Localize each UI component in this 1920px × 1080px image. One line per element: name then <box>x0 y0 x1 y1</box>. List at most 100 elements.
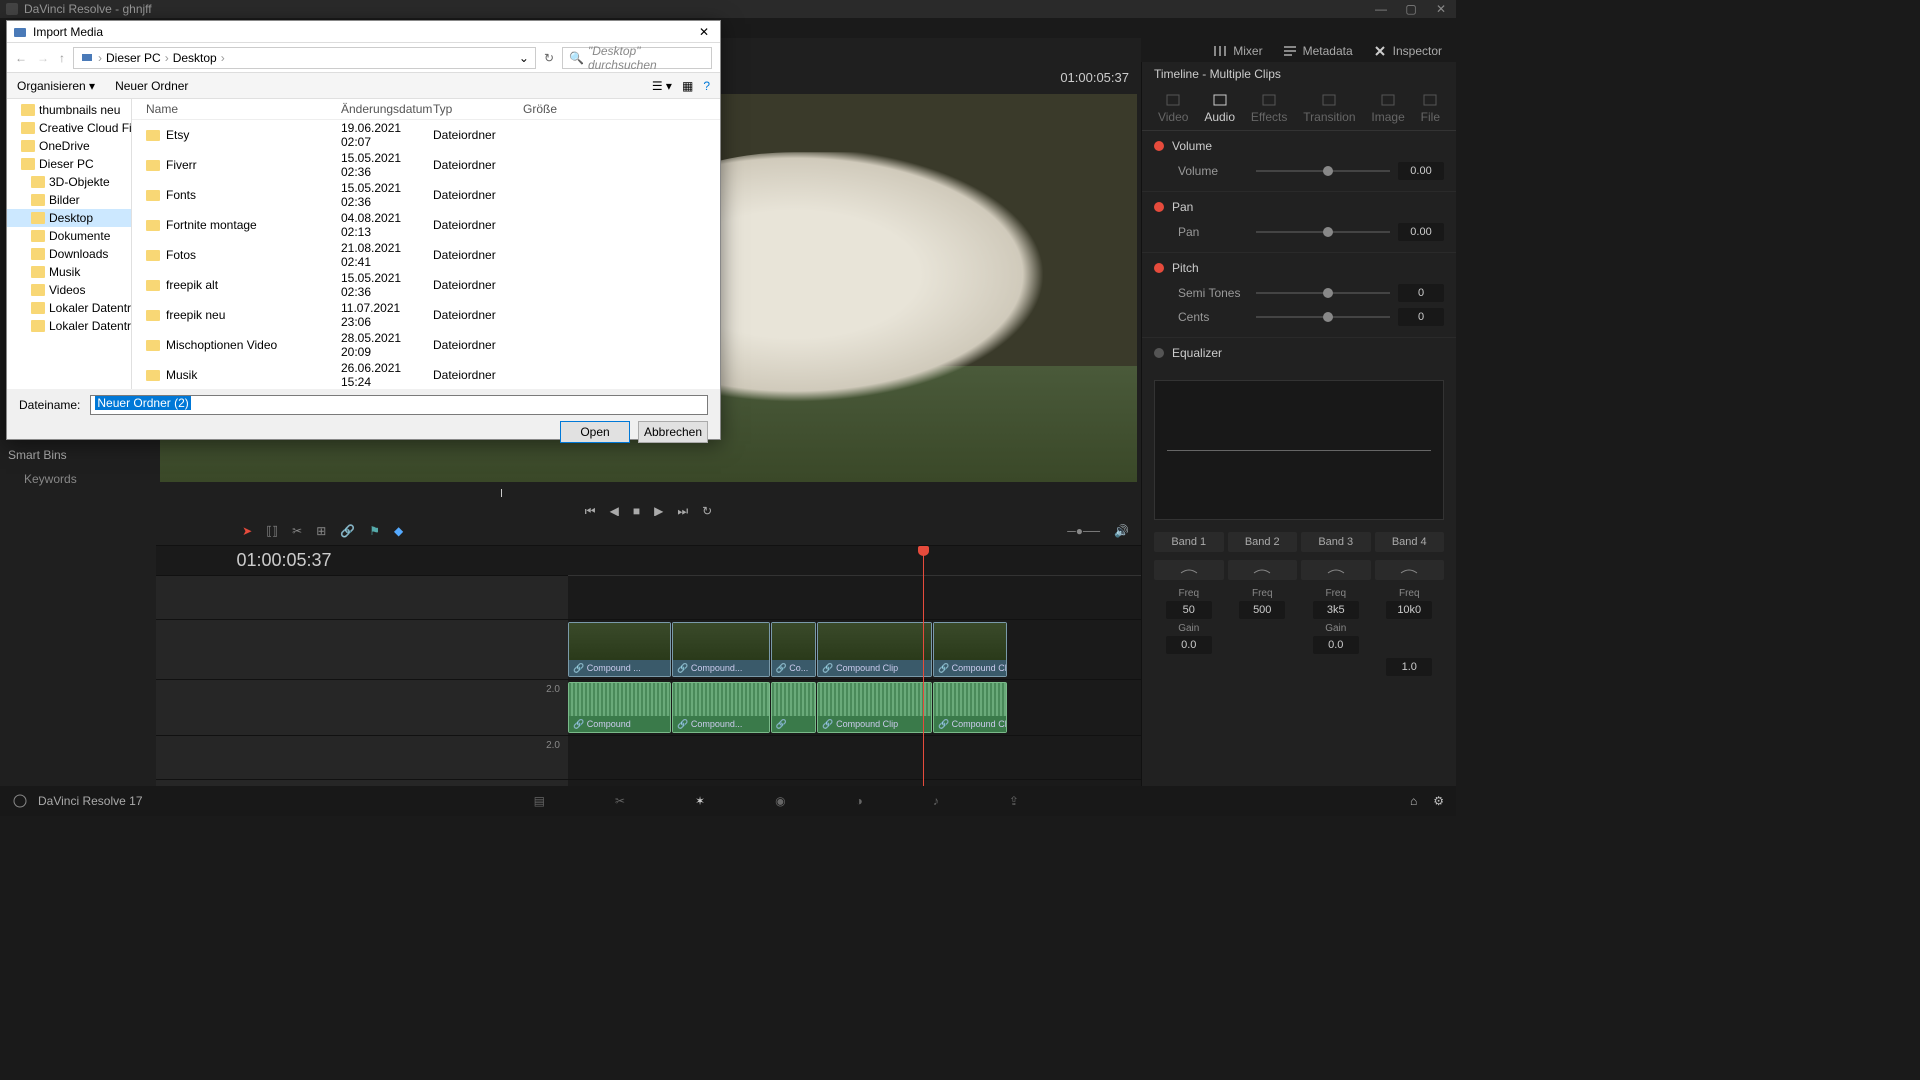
inspector-tab-audio[interactable]: Audio <box>1198 90 1241 126</box>
audio-clip[interactable]: 🔗 <box>771 682 817 733</box>
new-folder-button[interactable]: Neuer Ordner <box>115 79 188 93</box>
semitones-slider[interactable] <box>1256 292 1390 294</box>
sidebar-item[interactable]: Dokumente <box>7 227 131 245</box>
audio-clip[interactable]: 🔗 Compound Clip <box>817 682 932 733</box>
insert-tool[interactable]: ⊞ <box>316 524 326 538</box>
file-row[interactable]: Fonts15.05.2021 02:36Dateiordner <box>132 180 720 210</box>
dialog-close-button[interactable]: ✕ <box>694 23 714 41</box>
video-clip[interactable]: 🔗 Compound Clip <box>817 622 932 677</box>
inspector-tab-image[interactable]: Image <box>1365 90 1410 126</box>
color-page[interactable]: ◑ <box>856 794 863 808</box>
maximize-button[interactable]: ▢ <box>1396 0 1426 18</box>
view-mode-button[interactable]: ☰ ▾ <box>652 79 672 93</box>
zoom-slider[interactable]: ─●── <box>1067 524 1100 538</box>
flag-tool[interactable]: ⚑ <box>369 524 380 538</box>
nav-forward-button[interactable]: → <box>37 51 49 65</box>
refresh-button[interactable]: ↻ <box>544 51 554 65</box>
volume-enable-dot[interactable] <box>1154 141 1164 151</box>
sidebar-item[interactable]: Lokaler Datentra <box>7 299 131 317</box>
file-row[interactable]: Mischoptionen Video28.05.2021 20:09Datei… <box>132 330 720 360</box>
volume-value[interactable]: 0.00 <box>1398 162 1444 180</box>
link-tool[interactable]: 🔗 <box>340 524 355 538</box>
col-name-header[interactable]: Name <box>146 102 341 116</box>
file-row[interactable]: freepik neu11.07.2021 23:06Dateiordner <box>132 300 720 330</box>
video-clip[interactable]: 🔗 Compound Clip 1 <box>933 622 1007 677</box>
playhead[interactable] <box>923 546 924 786</box>
cancel-button[interactable]: Abbrechen <box>638 421 708 443</box>
inspector-toggle[interactable]: Inspector <box>1373 44 1442 58</box>
inspector-tab-effects[interactable]: Effects <box>1245 90 1293 126</box>
file-row[interactable]: Fiverr15.05.2021 02:36Dateiordner <box>132 150 720 180</box>
sidebar-item[interactable]: Videos <box>7 281 131 299</box>
organize-button[interactable]: Organisieren ▾ <box>17 79 95 93</box>
pan-value[interactable]: 0.00 <box>1398 223 1444 241</box>
eq-graph[interactable] <box>1154 380 1444 520</box>
sidebar-item[interactable]: Dieser PC <box>7 155 131 173</box>
deliver-page[interactable]: ⇪ <box>1009 794 1019 808</box>
band-button[interactable]: Band 1 <box>1154 532 1224 552</box>
pan-enable-dot[interactable] <box>1154 202 1164 212</box>
open-button[interactable]: Open <box>560 421 630 443</box>
cut-page[interactable]: ✂ <box>615 794 625 808</box>
band-button[interactable]: Band 4 <box>1375 532 1445 552</box>
audio-toggle[interactable]: 🔊 <box>1114 524 1129 538</box>
help-button[interactable]: ? <box>703 79 710 93</box>
band-button[interactable]: Band 3 <box>1301 532 1371 552</box>
sidebar-item[interactable]: OneDrive <box>7 137 131 155</box>
col-date-header[interactable]: Änderungsdatum <box>341 102 433 116</box>
sidebar-item[interactable]: thumbnails neu <box>7 101 131 119</box>
file-row[interactable]: Fotos21.08.2021 02:41Dateiordner <box>132 240 720 270</box>
inspector-tab-video[interactable]: Video <box>1152 90 1194 126</box>
fairlight-page[interactable]: ♪ <box>933 794 939 808</box>
band-shape[interactable] <box>1154 560 1224 580</box>
band-button[interactable]: Band 2 <box>1228 532 1298 552</box>
pan-slider[interactable] <box>1256 231 1390 233</box>
file-row[interactable]: Etsy19.06.2021 02:07Dateiordner <box>132 120 720 150</box>
file-list[interactable]: Name Änderungsdatum Typ Größe Etsy19.06.… <box>132 99 720 389</box>
pointer-tool[interactable]: ➤ <box>242 524 252 538</box>
marker-tool[interactable]: ◆ <box>394 524 403 538</box>
video-clip[interactable]: 🔗 Compound... <box>672 622 769 677</box>
volume-slider[interactable] <box>1256 170 1390 172</box>
sidebar-item[interactable]: Creative Cloud Fil <box>7 119 131 137</box>
audio-clip[interactable]: 🔗 Compound <box>568 682 671 733</box>
sidebar-item[interactable]: Desktop <box>7 209 131 227</box>
blade-tool[interactable]: ✂ <box>292 524 302 538</box>
breadcrumb[interactable]: › Dieser PC › Desktop › ⌄ <box>73 47 536 69</box>
nav-back-button[interactable]: ← <box>15 51 27 65</box>
sidebar-item[interactable]: Lokaler Datentra <box>7 317 131 335</box>
video-clip[interactable]: 🔗 Compound ... <box>568 622 671 677</box>
inspector-tab-file[interactable]: File <box>1415 90 1446 126</box>
close-button[interactable]: ✕ <box>1426 0 1456 18</box>
preview-button[interactable]: ▦ <box>682 79 693 93</box>
file-row[interactable]: Musik26.06.2021 15:24Dateiordner <box>132 360 720 389</box>
band-shape[interactable] <box>1375 560 1445 580</box>
edit-page[interactable]: ✶ <box>695 794 705 808</box>
metadata-toggle[interactable]: Metadata <box>1283 44 1353 58</box>
audio-clip[interactable]: 🔗 Compound Clip 1 <box>933 682 1007 733</box>
inspector-tab-transition[interactable]: Transition <box>1297 90 1361 126</box>
audio-clip[interactable]: 🔗 Compound... <box>672 682 769 733</box>
keywords-bin[interactable]: Keywords <box>8 472 148 486</box>
trim-tool[interactable]: ⟦⟧ <box>266 524 278 538</box>
sidebar-item[interactable]: Musik <box>7 263 131 281</box>
settings-button[interactable]: ⚙ <box>1433 794 1444 808</box>
col-size-header[interactable]: Größe <box>523 102 583 116</box>
scrub-marker[interactable] <box>501 489 502 497</box>
cents-slider[interactable] <box>1256 316 1390 318</box>
band-shape[interactable] <box>1228 560 1298 580</box>
file-row[interactable]: Fortnite montage04.08.2021 02:13Dateiord… <box>132 210 720 240</box>
timeline-ruler[interactable] <box>568 546 1141 576</box>
pitch-enable-dot[interactable] <box>1154 263 1164 273</box>
mixer-toggle[interactable]: Mixer <box>1213 44 1262 58</box>
minimize-button[interactable]: — <box>1366 0 1396 18</box>
band-shape[interactable] <box>1301 560 1371 580</box>
sidebar-item[interactable]: Bilder <box>7 191 131 209</box>
sidebar-item[interactable]: 3D-Objekte <box>7 173 131 191</box>
fusion-page[interactable]: ◉ <box>775 794 785 808</box>
search-input[interactable]: 🔍 "Desktop" durchsuchen <box>562 47 712 69</box>
home-button[interactable]: ⌂ <box>1410 794 1417 808</box>
media-page[interactable]: ▤ <box>534 794 545 808</box>
video-clip[interactable]: 🔗 Co... <box>771 622 817 677</box>
breadcrumb-dropdown[interactable]: ⌄ <box>519 51 529 65</box>
